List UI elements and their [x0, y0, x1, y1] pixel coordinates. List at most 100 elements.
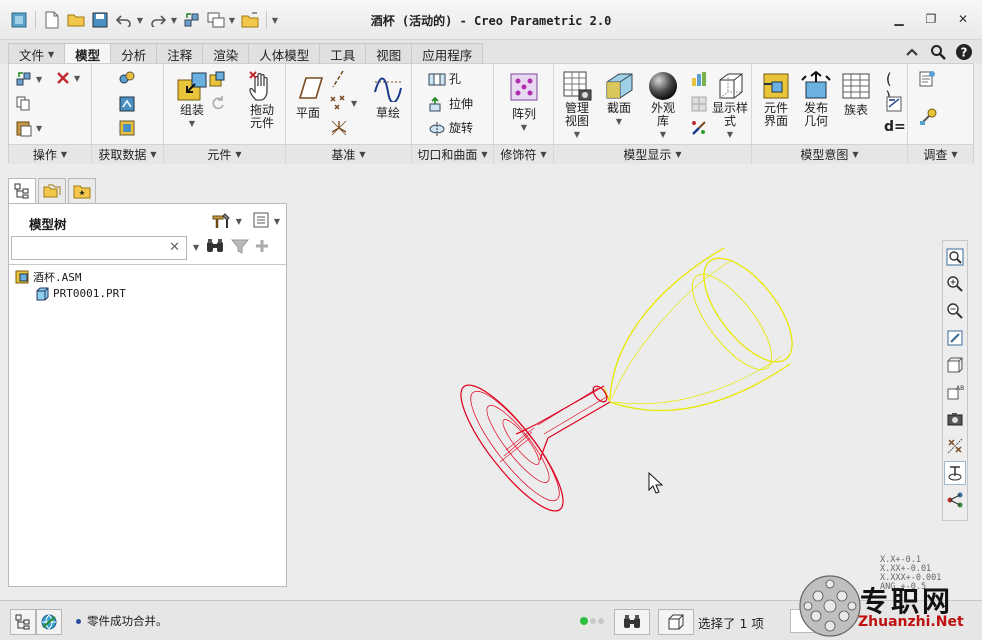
tree-item-label: PRT0001.PRT [53, 287, 126, 300]
window-title: 酒杯 (活动的) - Creo Parametric 2.0 [370, 14, 612, 28]
display-style-button[interactable]: 显示样式 ▼ [710, 70, 750, 141]
search-history-dropdown-icon[interactable]: ▼ [193, 243, 199, 252]
publish-geometry-button[interactable]: 发布几何 [798, 70, 834, 128]
selection-filter-box-button[interactable] [658, 609, 694, 635]
find-button[interactable] [205, 238, 225, 257]
component-interface-button[interactable]: 元件界面 [758, 70, 794, 128]
group-label[interactable]: 获取数据 ▼ [92, 144, 163, 164]
clear-search-icon[interactable]: ✕ [169, 240, 180, 255]
display-style-toggle-button[interactable] [944, 461, 966, 485]
annotation-display-button[interactable] [944, 488, 966, 512]
tab-manikin[interactable]: 人体模型 [248, 43, 321, 64]
group-modifier: 阵列 ▼ 修饰符 ▼ [494, 64, 554, 164]
family-table-button[interactable]: 族表 [838, 72, 874, 117]
chevron-down-icon[interactable]: ▼ [236, 217, 242, 226]
show-tool[interactable] [252, 211, 270, 232]
family-table-icon [842, 73, 870, 99]
tab-applications[interactable]: 应用程序 [411, 43, 484, 64]
tab-analysis[interactable]: 分析 [110, 43, 158, 64]
create-component-tool[interactable] [208, 70, 226, 88]
add-column-button[interactable] [255, 239, 269, 256]
publish-geometry-icon [801, 70, 831, 99]
group-label[interactable]: 基准 ▼ [286, 144, 411, 164]
tab-label: 渲染 [213, 47, 239, 63]
tab-annotate[interactable]: 注释 [156, 43, 204, 64]
view-state-tool[interactable] [690, 95, 708, 113]
tab-tools[interactable]: 工具 [319, 43, 367, 64]
tab-folder-browser[interactable] [38, 178, 66, 204]
group-label[interactable]: 元件 ▼ [164, 144, 285, 164]
perspective-tool[interactable] [690, 70, 708, 88]
copy-geometry-tool[interactable] [118, 95, 136, 113]
toggle-browser-button[interactable] [36, 609, 62, 635]
maximize-icon[interactable]: ❐ [920, 10, 942, 28]
hole-tool[interactable]: 孔 [428, 70, 461, 87]
revolve-tool[interactable]: 旋转 [428, 119, 473, 136]
delete-tool[interactable]: ▼ [55, 70, 80, 86]
repeat-tool[interactable] [210, 95, 226, 111]
saved-orientations-button[interactable] [944, 353, 966, 377]
datum-axis-tool[interactable] [330, 70, 346, 88]
model-player-tool[interactable] [918, 70, 936, 88]
group-label[interactable]: 操作 ▼ [9, 144, 91, 164]
zoom-in-button[interactable] [944, 272, 966, 296]
tab-model[interactable]: 模型 [64, 43, 112, 65]
pattern-button[interactable]: 阵列 ▼ [502, 72, 546, 134]
reference-viewer-tool[interactable] [918, 107, 938, 127]
zoom-out-button[interactable] [944, 299, 966, 323]
user-defined-feature-tool[interactable] [118, 70, 136, 86]
group-label[interactable]: 切口和曲面 ▼ [412, 144, 493, 164]
repaint-button[interactable] [944, 326, 966, 350]
manage-views-button[interactable]: 管理视图 ▼ [558, 70, 596, 141]
graphics-window[interactable] [292, 170, 942, 590]
drag-components-button[interactable]: 拖动元件 [242, 70, 282, 130]
refit-button[interactable] [944, 245, 966, 269]
paste-tool[interactable]: ▼ [15, 119, 42, 137]
extrude-icon [429, 96, 441, 111]
datum-point-tool[interactable]: ▼ [328, 94, 357, 112]
copy-tool[interactable] [15, 95, 31, 111]
group-label[interactable]: 修饰符 ▼ [494, 144, 553, 164]
tab-view[interactable]: 视图 [365, 43, 413, 64]
shrinkwrap-tool[interactable] [118, 119, 136, 137]
collapse-ribbon-button[interactable] [902, 42, 922, 62]
filter-button[interactable] [231, 238, 250, 257]
sketch-button[interactable]: 草绘 [368, 72, 408, 120]
chevron-down-icon[interactable]: ▼ [274, 217, 280, 226]
tab-model-tree[interactable] [8, 178, 36, 204]
appearance-gallery-button[interactable]: 外观库 ▼ [644, 70, 682, 141]
search-button[interactable] [928, 42, 948, 62]
toggle-navigator-button[interactable] [10, 609, 36, 635]
close-icon[interactable]: ✕ [952, 10, 974, 28]
tree-item-assembly[interactable]: 酒杯.ASM [15, 268, 126, 285]
perspective-view-button[interactable] [944, 407, 966, 431]
model-tree-search-input[interactable]: ✕ [11, 236, 187, 260]
find-status-button[interactable] [614, 609, 650, 635]
render-tool[interactable] [690, 119, 708, 137]
plane-button[interactable]: 平面 [290, 74, 326, 120]
help-button[interactable]: ? [954, 42, 974, 62]
coordinate-system-tool[interactable] [330, 119, 348, 137]
switch-dimensions-tool[interactable] [885, 95, 903, 113]
extrude-tool[interactable]: 拉伸 [428, 95, 473, 112]
datum-display-button[interactable] [944, 434, 966, 458]
search-icon [931, 45, 946, 60]
model-tree-icon [15, 614, 30, 630]
view-manager-button[interactable]: AB [944, 380, 966, 404]
chevron-down-icon: ▼ [659, 130, 667, 139]
group-label[interactable]: 模型显示 ▼ [554, 144, 751, 164]
group-label[interactable]: 调查 ▼ [908, 144, 973, 164]
minimize-icon[interactable]: ▁ [888, 10, 910, 28]
settings-tool[interactable] [210, 210, 232, 233]
regenerate-tool[interactable]: ▼ [15, 70, 42, 88]
tab-favorites[interactable] [68, 178, 96, 204]
datum-point-icon [330, 95, 345, 110]
group-label[interactable]: 模型意图 ▼ [752, 144, 907, 164]
tab-file[interactable]: 文件 ▼ [8, 43, 66, 64]
tree-item-part[interactable]: PRT0001.PRT [35, 285, 126, 302]
group-label-text: 模型意图 [800, 148, 849, 162]
section-button[interactable]: 截面 ▼ [600, 70, 638, 128]
drag-hand-icon [249, 71, 268, 101]
tab-render[interactable]: 渲染 [202, 43, 250, 64]
relations-tool[interactable]: d= [884, 119, 906, 135]
